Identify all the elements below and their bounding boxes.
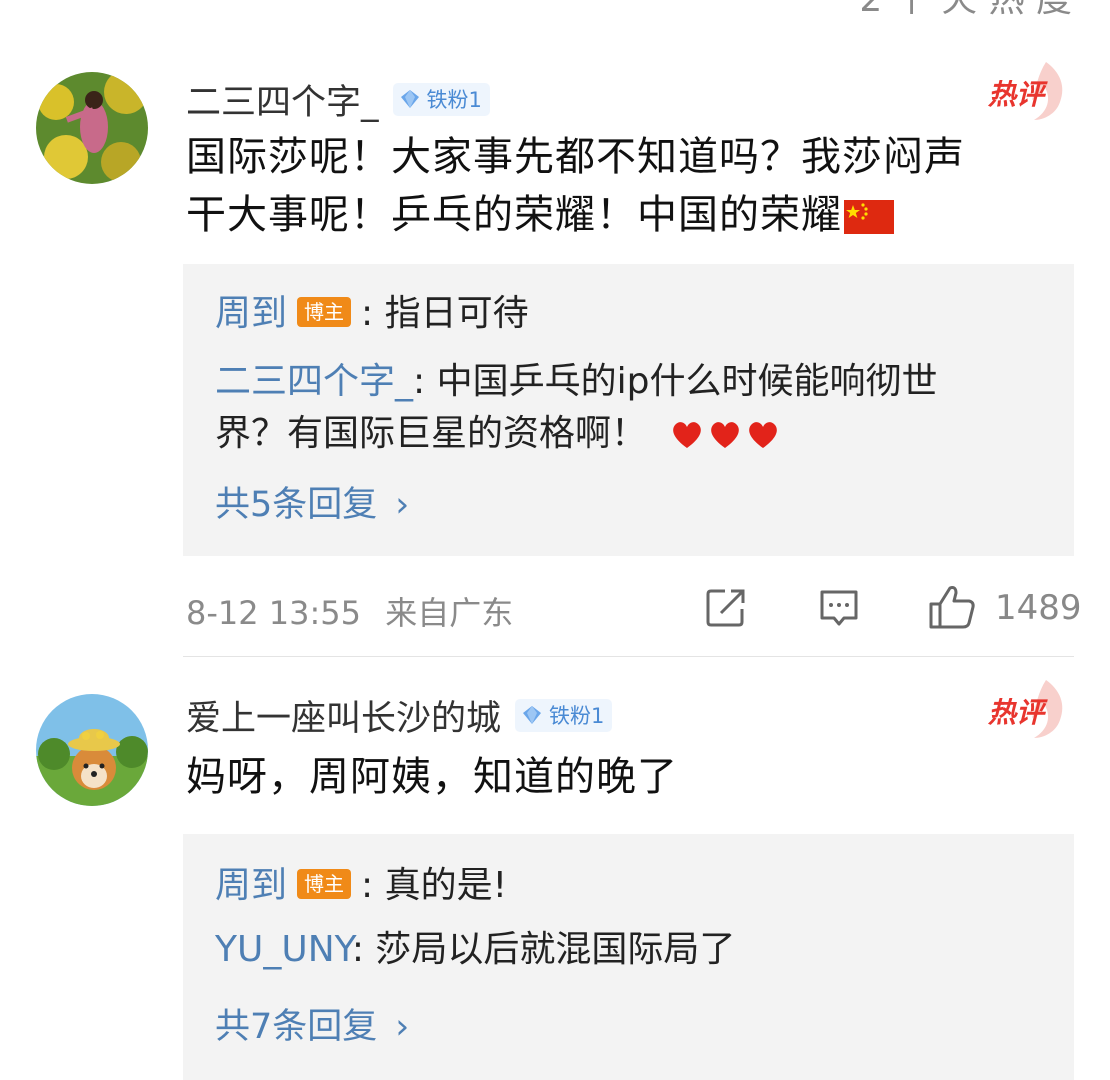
- hearts-emoji: [673, 422, 777, 448]
- share-icon[interactable]: [705, 587, 747, 629]
- reply-item[interactable]: 周到 博主 : 真的是!: [215, 860, 507, 912]
- timestamp: 8-12 13:55: [186, 594, 362, 632]
- fan-badge[interactable]: 铁粉1: [515, 698, 613, 732]
- reply-item[interactable]: 二三四个字_: 中国乒乓的ip什么时候能响彻世: [215, 356, 937, 408]
- comment-content: 妈呀，周阿姨，知道的晚了: [186, 754, 678, 800]
- more-replies-link[interactable]: 共7条回复 ›: [215, 998, 409, 1049]
- reply-box[interactable]: 周到 博主 : 指日可待 二三四个字_: 中国乒乓的ip什么时候能响彻世 界？有国际…: [183, 264, 1074, 556]
- reply-text-continued: 界？有国际巨星的资格啊！: [215, 408, 785, 460]
- reply-text: : 中国乒乓的ip什么时候能响彻世: [413, 361, 938, 402]
- comment-meta: 8-12 13:55 来自广东: [186, 588, 513, 634]
- reply-item[interactable]: YU_UNY: 莎局以后就混国际局了: [215, 924, 735, 976]
- reply-author[interactable]: 二三四个字_: [215, 361, 413, 402]
- reply-text: : 莎局以后就混国际局了: [351, 929, 736, 970]
- blogger-badge: 博主: [297, 297, 352, 327]
- comment-icon[interactable]: [818, 588, 860, 630]
- chevron-right-icon: ›: [395, 1007, 410, 1047]
- divider: [183, 656, 1074, 657]
- hot-comment-icon: 热评: [987, 62, 1063, 120]
- location: 来自广东: [385, 594, 514, 632]
- hot-comment-icon: 热评: [987, 680, 1063, 738]
- reply-author[interactable]: 周到: [215, 293, 287, 334]
- hot-label: 热评: [987, 79, 1048, 110]
- reply-box[interactable]: 周到 博主 : 真的是! YU_UNY: 莎局以后就混国际局了 共7条回复 ›: [183, 834, 1074, 1080]
- more-replies-link[interactable]: 共5条回复 ›: [215, 476, 409, 527]
- like-count: 1489: [995, 588, 1082, 628]
- reply-author[interactable]: 周到: [215, 865, 287, 906]
- diamond-icon: [523, 706, 542, 724]
- diamond-icon: [400, 90, 419, 108]
- top-clipped-text: 2 个 火 热 度: [859, 0, 1072, 22]
- username[interactable]: 二三四个字_: [186, 74, 379, 125]
- reply-text: : 指日可待: [361, 293, 529, 334]
- hot-label: 热评: [987, 697, 1048, 728]
- comment-content: 国际莎呢！大家事先都不知道吗？我莎闷声 干大事呢！乒乓的荣耀！中国的荣耀: [186, 134, 965, 238]
- china-flag-icon: [844, 200, 894, 234]
- fan-badge-label: 铁粉1: [426, 88, 482, 112]
- avatar[interactable]: [36, 694, 148, 806]
- reply-author[interactable]: YU_UNY: [215, 929, 352, 970]
- reply-item[interactable]: 周到 博主 : 指日可待: [215, 288, 529, 340]
- avatar[interactable]: [36, 72, 148, 184]
- chevron-right-icon: ›: [395, 485, 410, 525]
- fan-badge[interactable]: 铁粉1: [392, 82, 490, 116]
- reply-text: : 真的是!: [361, 865, 508, 906]
- username[interactable]: 爱上一座叫长沙的城: [186, 690, 501, 741]
- blogger-badge: 博主: [297, 869, 352, 899]
- fan-badge-label: 铁粉1: [549, 704, 605, 728]
- thumbs-up-icon[interactable]: [928, 584, 976, 630]
